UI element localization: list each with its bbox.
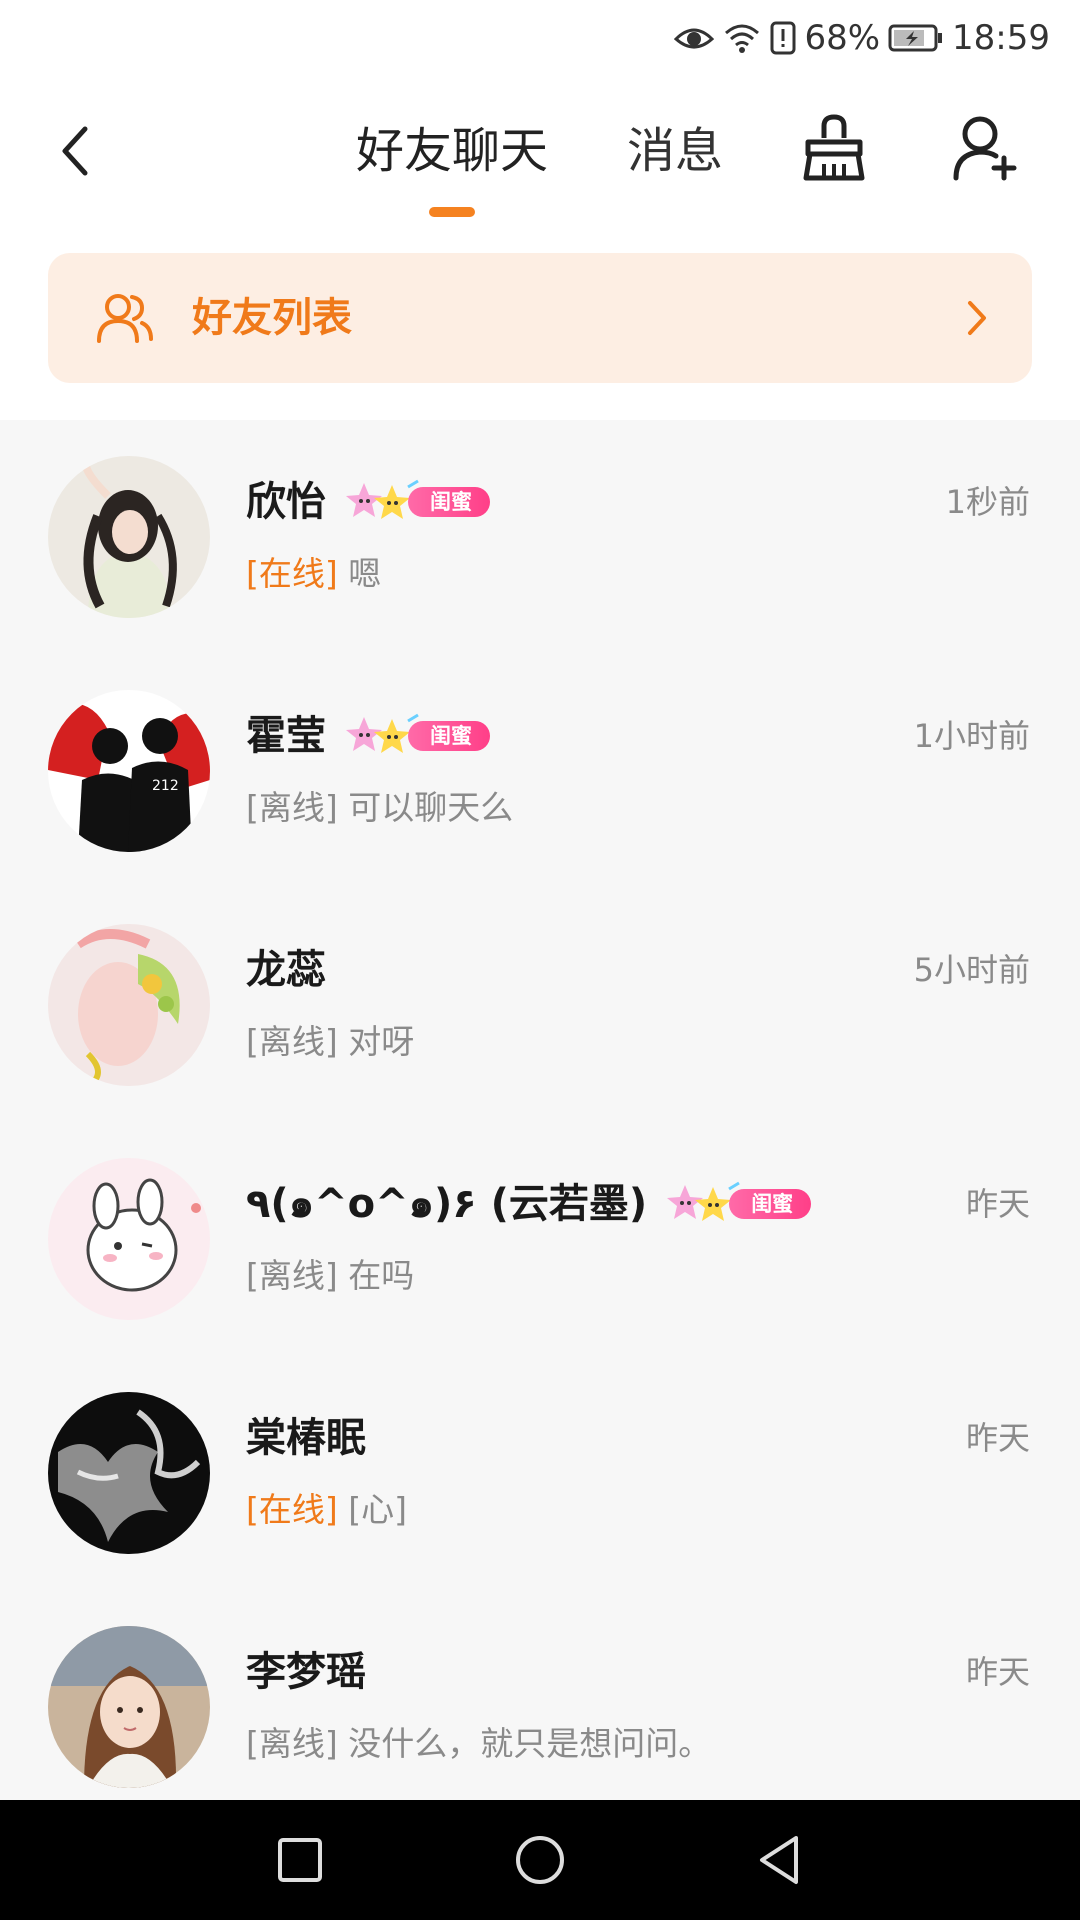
back-button[interactable]: [44, 116, 104, 186]
clean-button[interactable]: [800, 112, 868, 184]
contact-name-row: 欣怡 闺蜜: [246, 472, 490, 532]
contact-name: 龙蕊: [246, 947, 326, 993]
offline-status: [离线]: [246, 1724, 338, 1763]
message-time: 昨天: [965, 1653, 1030, 1691]
message-time: 5小时前: [913, 951, 1030, 989]
last-message: 在吗: [348, 1256, 415, 1295]
chat-item[interactable]: 棠椿眠 昨天 [在线] [心]: [0, 1356, 1080, 1590]
last-message: 可以聊天么: [348, 788, 514, 827]
last-message: 对呀: [348, 1022, 415, 1061]
add-friend-button[interactable]: [952, 112, 1018, 184]
back-icon: [62, 126, 88, 176]
contact-name-row: ٩(๑^o^๑)۶ (云若墨) 闺蜜: [246, 1174, 812, 1234]
offline-status: [离线]: [246, 1256, 338, 1295]
last-message: 嗯: [348, 554, 382, 593]
chevron-right-icon: [968, 301, 986, 335]
avatar: [48, 1158, 210, 1320]
chat-item[interactable]: 李梦瑶 昨天 [离线] 没什么，就只是想问问。: [0, 1590, 1080, 1824]
active-tab-indicator: [429, 207, 475, 217]
square-icon: [278, 1838, 322, 1882]
friends-icon: [97, 294, 153, 343]
contact-name: 霍莹: [246, 713, 326, 759]
avatar: 212: [48, 690, 210, 852]
home-button[interactable]: [510, 1830, 570, 1890]
contact-name: 欣怡: [246, 479, 326, 525]
triangle-back-icon: [760, 1836, 798, 1884]
contact-name: 棠椿眠: [246, 1415, 366, 1461]
chat-item[interactable]: 龙蕊 5小时前 [离线] 对呀: [0, 888, 1080, 1122]
alert-icon: [770, 21, 796, 55]
contact-name-row: 霍莹 闺蜜: [246, 706, 490, 766]
clock: 18:59: [952, 18, 1050, 58]
status-icons: 68% 18:59: [674, 14, 1050, 62]
badge-label: 闺蜜: [729, 1189, 812, 1219]
avatar: [48, 1626, 210, 1788]
message-preview: [在线] [心]: [246, 1480, 407, 1540]
clean-icon: [803, 114, 865, 181]
svg-text:212: 212: [152, 778, 179, 794]
message-time: 1小时前: [913, 717, 1030, 755]
message-time: 昨天: [965, 1185, 1030, 1223]
last-message: [心]: [348, 1490, 407, 1529]
recents-button[interactable]: [270, 1830, 330, 1890]
system-nav-bar: [0, 1800, 1080, 1920]
offline-status: [离线]: [246, 1022, 338, 1061]
offline-status: [离线]: [246, 788, 338, 827]
status-bar: 68% 18:59: [0, 0, 1080, 76]
add-friend-icon: [953, 116, 1017, 181]
avatar: [48, 1392, 210, 1554]
wifi-icon: [722, 21, 762, 55]
last-message: 没什么，就只是想问问。: [348, 1724, 712, 1763]
avatar: [48, 924, 210, 1086]
chat-item[interactable]: 欣怡 闺蜜 1秒前 [在线] 嗯: [0, 420, 1080, 654]
badge-label: 闺蜜: [408, 721, 490, 751]
contact-name: ٩(๑^o^๑)۶ (云若墨): [246, 1181, 648, 1227]
friend-list-label: 好友列表: [192, 295, 352, 341]
message-preview: [离线] 对呀: [246, 1012, 414, 1072]
eye-icon: [674, 23, 715, 53]
friend-list-banner[interactable]: 好友列表: [48, 253, 1032, 383]
contact-name-row: 李梦瑶: [246, 1642, 366, 1702]
contact-name: 李梦瑶: [246, 1649, 366, 1695]
online-status: [在线]: [246, 1490, 338, 1529]
bestie-badge: 闺蜜: [663, 1181, 812, 1226]
circle-icon: [516, 1836, 564, 1884]
contact-name-row: 棠椿眠: [246, 1408, 366, 1468]
battery-icon: [888, 23, 944, 53]
message-time: 1秒前: [945, 483, 1030, 521]
online-status: [在线]: [246, 554, 338, 593]
message-time: 昨天: [965, 1419, 1030, 1457]
message-preview: [离线] 在吗: [246, 1246, 414, 1306]
battery-percent: 68%: [804, 18, 881, 58]
contact-name-row: 龙蕊: [246, 940, 326, 1000]
message-preview: [在线] 嗯: [246, 544, 381, 604]
bestie-badge: 闺蜜: [342, 713, 490, 758]
message-preview: [离线] 没什么，就只是想问问。: [246, 1714, 711, 1774]
header: 好友聊天 消息 好友列表: [0, 76, 1080, 420]
badge-label: 闺蜜: [408, 487, 490, 517]
tab-messages[interactable]: 消息: [627, 116, 723, 186]
chat-item[interactable]: 212 霍莹 闺蜜 1小时前 [离线] 可以聊天么: [0, 654, 1080, 888]
chat-item[interactable]: ٩(๑^o^๑)۶ (云若墨) 闺蜜 昨天 [离线] 在吗: [0, 1122, 1080, 1356]
message-preview: [离线] 可以聊天么: [246, 778, 513, 838]
tab-friend-chat[interactable]: 好友聊天: [356, 116, 548, 186]
avatar: [48, 456, 210, 618]
back-nav-button[interactable]: [750, 1830, 810, 1890]
bestie-badge: 闺蜜: [342, 479, 490, 524]
